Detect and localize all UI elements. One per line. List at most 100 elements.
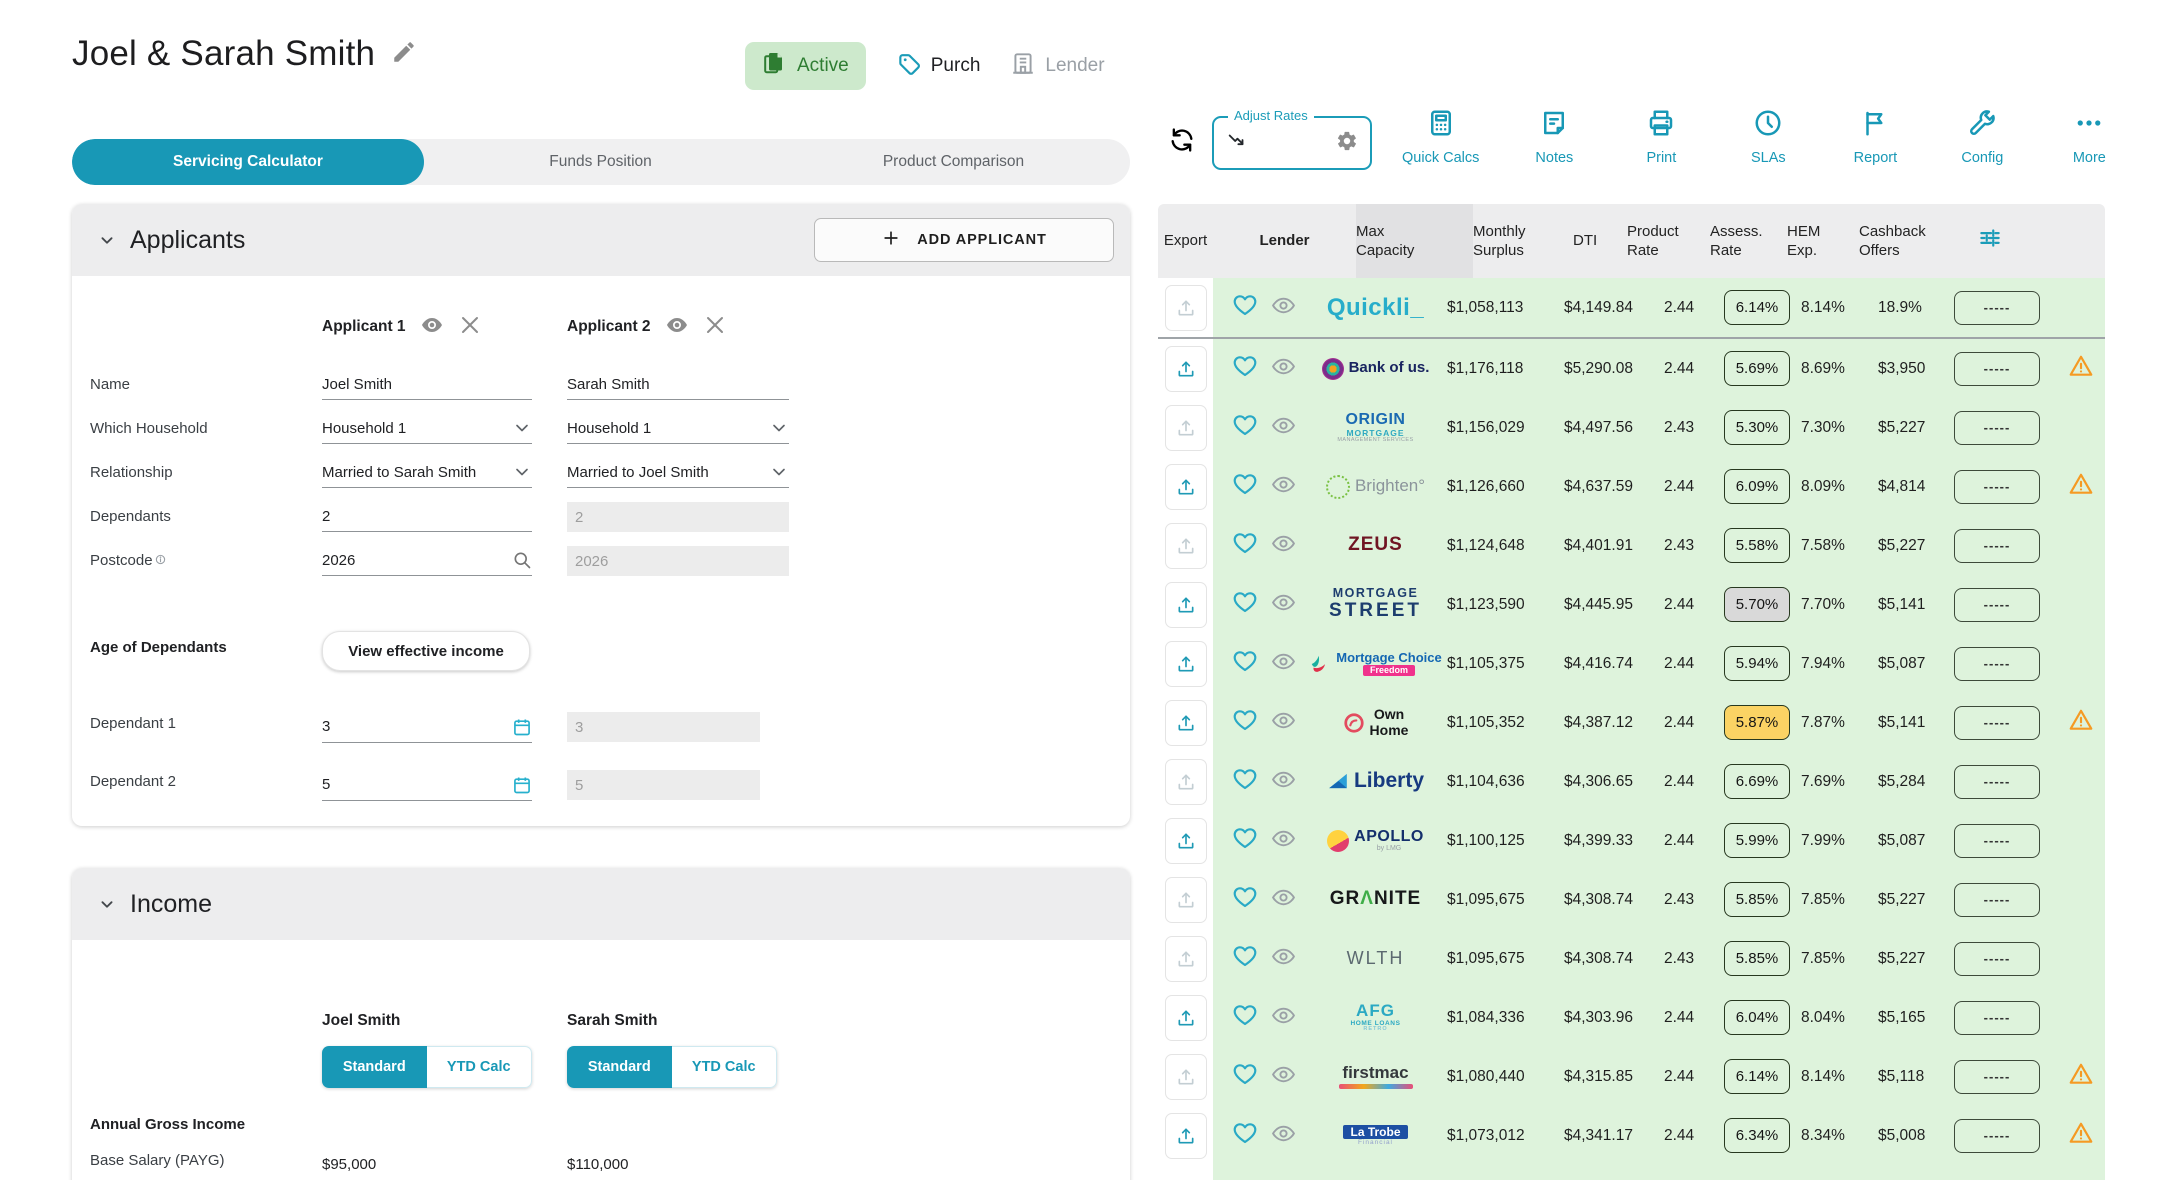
lender-row-granite[interactable]: GRΛNITE$1,095,675$4,308.742.435.85%7.85%… bbox=[1158, 870, 2105, 929]
calendar-icon[interactable] bbox=[512, 717, 532, 737]
toolbar-more[interactable]: More bbox=[2057, 108, 2121, 166]
product-rate-badge[interactable]: 5.85% bbox=[1724, 941, 1790, 976]
cashback-button[interactable]: ----- bbox=[1954, 1119, 2040, 1153]
eye-icon[interactable] bbox=[1271, 826, 1296, 856]
lender-row-own-home[interactable]: OwnHome$1,105,352$4,387.122.445.87%7.87%… bbox=[1158, 693, 2105, 752]
eye-icon[interactable] bbox=[1271, 708, 1296, 738]
gear-icon[interactable] bbox=[1336, 130, 1358, 157]
toggle-option-standard[interactable]: Standard bbox=[322, 1046, 427, 1088]
cashback-button[interactable]: ----- bbox=[1954, 352, 2040, 386]
export-button[interactable] bbox=[1165, 1054, 1207, 1100]
lender-row-firstmac[interactable]: firstmac$1,080,440$4,315.852.446.14%8.14… bbox=[1158, 1047, 2105, 1106]
product-rate-badge[interactable]: 6.14% bbox=[1724, 290, 1790, 325]
export-button[interactable] bbox=[1165, 877, 1207, 923]
toggle-option-standard[interactable]: Standard bbox=[567, 1046, 672, 1088]
lender-row-mortgage-street[interactable]: MORTGAGESTREET$1,123,590$4,445.952.445.7… bbox=[1158, 575, 2105, 634]
input-dependant-1-age[interactable]: 3 bbox=[322, 712, 532, 743]
chevron-down-icon[interactable] bbox=[512, 418, 532, 438]
toolbar-print[interactable]: Print bbox=[1629, 108, 1693, 166]
cashback-button[interactable]: ----- bbox=[1954, 706, 2040, 740]
export-button[interactable] bbox=[1165, 464, 1207, 510]
lender-row-afg-home-loans[interactable]: AFGHOME LOANSRETRO$1,084,336$4,303.962.4… bbox=[1158, 988, 2105, 1047]
favourite-icon[interactable] bbox=[1232, 471, 1258, 502]
cashback-button[interactable]: ----- bbox=[1954, 1060, 2040, 1094]
toolbar-notes[interactable]: Notes bbox=[1522, 108, 1586, 166]
eye-icon[interactable] bbox=[1271, 590, 1296, 620]
edit-title-icon[interactable] bbox=[391, 39, 417, 70]
lender-row-brighten[interactable]: Brighten°$1,126,660$4,637.592.446.09%8.0… bbox=[1158, 457, 2105, 516]
eye-icon[interactable] bbox=[1271, 293, 1296, 323]
toolbar-report[interactable]: Report bbox=[1843, 108, 1907, 166]
input-dependants-applicant-1[interactable]: 2 bbox=[322, 501, 532, 532]
product-rate-badge[interactable]: 5.99% bbox=[1724, 823, 1790, 858]
export-button[interactable] bbox=[1165, 523, 1207, 569]
view-effective-income-button[interactable]: View effective income bbox=[322, 631, 530, 671]
favourite-icon[interactable] bbox=[1232, 648, 1258, 679]
eye-icon[interactable] bbox=[1271, 944, 1296, 974]
eye-icon[interactable] bbox=[1271, 885, 1296, 915]
lender-row-apollo[interactable]: APOLLOby LMG$1,100,125$4,399.332.445.99%… bbox=[1158, 811, 2105, 870]
calendar-icon[interactable] bbox=[512, 775, 532, 795]
favourite-icon[interactable] bbox=[1232, 943, 1258, 974]
product-rate-badge[interactable]: 6.34% bbox=[1724, 1118, 1790, 1153]
product-rate-badge[interactable]: 6.14% bbox=[1724, 1059, 1790, 1094]
cashback-button[interactable]: ----- bbox=[1954, 411, 2040, 445]
filter-icon[interactable] bbox=[1977, 225, 2003, 257]
export-button[interactable] bbox=[1165, 641, 1207, 687]
export-button[interactable] bbox=[1165, 759, 1207, 805]
toolbar-config[interactable]: Config bbox=[1950, 108, 2014, 166]
export-button[interactable] bbox=[1165, 1113, 1207, 1159]
export-button[interactable] bbox=[1165, 346, 1207, 392]
toggle-option-ytd-calc[interactable]: YTD Calc bbox=[427, 1046, 533, 1088]
favourite-icon[interactable] bbox=[1232, 825, 1258, 856]
close-icon[interactable] bbox=[458, 313, 482, 342]
toolbar-quick-calcs[interactable]: Quick Calcs bbox=[1402, 108, 1479, 166]
product-rate-badge[interactable]: 5.30% bbox=[1724, 410, 1790, 445]
favourite-icon[interactable] bbox=[1232, 766, 1258, 797]
input-which-household-applicant-2[interactable]: Household 1 bbox=[567, 413, 789, 444]
income-section-header[interactable]: Income bbox=[72, 868, 1130, 940]
product-rate-badge[interactable]: 5.94% bbox=[1724, 646, 1790, 681]
input-relationship-applicant-1[interactable]: Married to Sarah Smith bbox=[322, 457, 532, 488]
eye-icon[interactable] bbox=[1271, 472, 1296, 502]
product-rate-badge[interactable]: 5.69% bbox=[1724, 351, 1790, 386]
lender-row-zeus[interactable]: ZEUS$1,124,648$4,401.912.435.58%7.58%$5,… bbox=[1158, 516, 2105, 575]
input-dependant-2-age[interactable]: 5 bbox=[322, 770, 532, 801]
cashback-button[interactable]: ----- bbox=[1954, 588, 2040, 622]
favourite-icon[interactable] bbox=[1232, 884, 1258, 915]
eye-icon[interactable] bbox=[1271, 1062, 1296, 1092]
applicants-section-header[interactable]: Applicants ADD APPLICANT bbox=[72, 204, 1130, 276]
search-icon[interactable] bbox=[512, 550, 532, 570]
adjust-rates-control[interactable]: Adjust Rates bbox=[1212, 116, 1372, 170]
warning-icon[interactable] bbox=[2068, 1061, 2094, 1092]
input-postcode-applicant-1[interactable]: 2026 bbox=[322, 545, 532, 576]
eye-icon[interactable] bbox=[1271, 1003, 1296, 1033]
cashback-button[interactable]: ----- bbox=[1954, 529, 2040, 563]
product-rate-badge[interactable]: 5.87% bbox=[1724, 705, 1790, 740]
favourite-icon[interactable] bbox=[1232, 412, 1258, 443]
trend-down-icon[interactable] bbox=[1226, 130, 1248, 157]
collapse-chevron-icon[interactable] bbox=[96, 229, 118, 251]
warning-icon[interactable] bbox=[2068, 707, 2094, 738]
favourite-icon[interactable] bbox=[1232, 707, 1258, 738]
eye-icon[interactable] bbox=[1271, 531, 1296, 561]
warning-icon[interactable] bbox=[2068, 1120, 2094, 1151]
refresh-icon[interactable] bbox=[1168, 126, 1196, 159]
favourite-icon[interactable] bbox=[1232, 353, 1258, 384]
tab-product-comparison[interactable]: Product Comparison bbox=[777, 139, 1130, 185]
eye-icon[interactable] bbox=[1271, 354, 1296, 384]
eye-icon[interactable] bbox=[1271, 767, 1296, 797]
product-rate-badge[interactable]: 6.04% bbox=[1724, 1000, 1790, 1035]
cashback-button[interactable]: ----- bbox=[1954, 291, 2040, 325]
eye-icon[interactable] bbox=[1271, 649, 1296, 679]
export-button[interactable] bbox=[1165, 700, 1207, 746]
add-applicant-button[interactable]: ADD APPLICANT bbox=[814, 218, 1114, 262]
export-button[interactable] bbox=[1165, 405, 1207, 451]
lender-row-origin-mortgage[interactable]: ORIGINMORTGAGEMANAGEMENT SERVICES$1,156,… bbox=[1158, 398, 2105, 457]
favourite-icon[interactable] bbox=[1232, 530, 1258, 561]
warning-icon[interactable] bbox=[2068, 353, 2094, 384]
eye-icon[interactable] bbox=[1271, 413, 1296, 443]
tab-funds-position[interactable]: Funds Position bbox=[424, 139, 777, 185]
eye-icon[interactable] bbox=[1271, 1121, 1296, 1151]
favourite-icon[interactable] bbox=[1232, 589, 1258, 620]
